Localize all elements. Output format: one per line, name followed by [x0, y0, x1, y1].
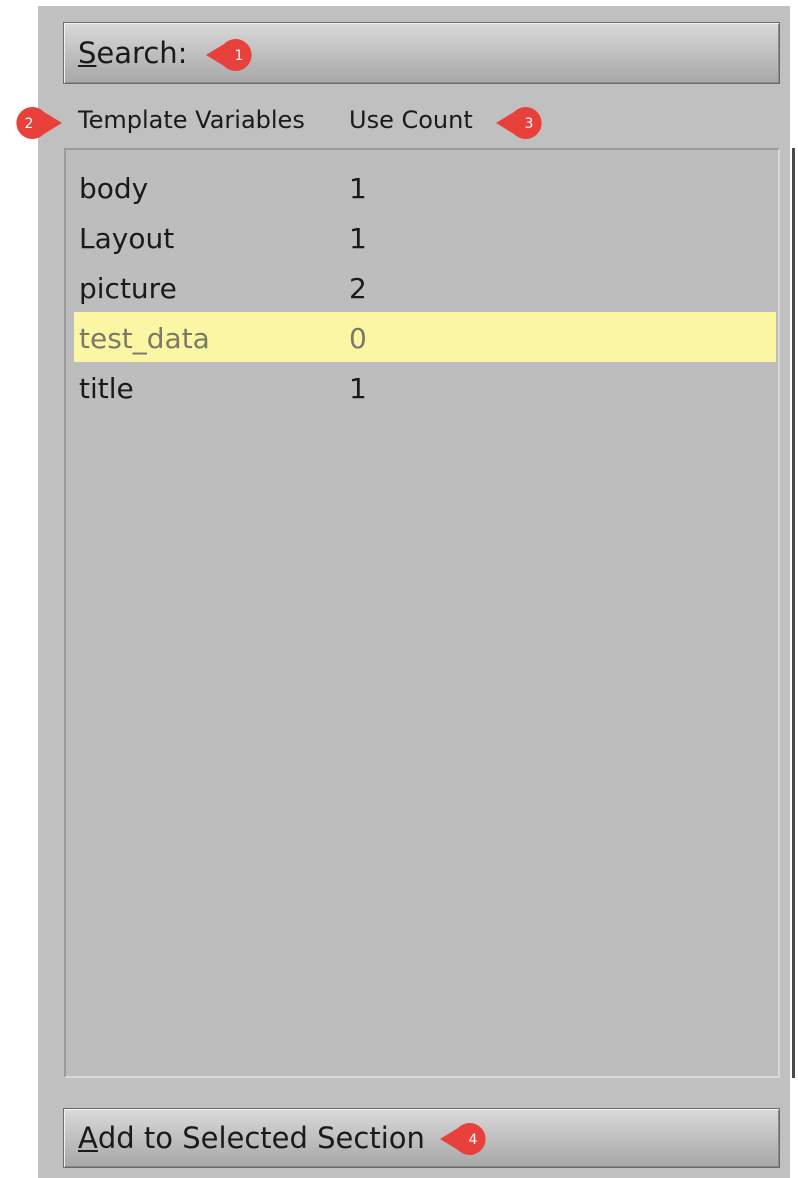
- callout-badge-1: 1: [206, 39, 252, 71]
- use-count: 1: [349, 172, 367, 205]
- use-count: 1: [349, 222, 367, 255]
- callout-badge-3: 3: [496, 107, 542, 139]
- callout-badge-2: 2: [16, 107, 62, 139]
- column-header-use-count[interactable]: Use Count: [349, 106, 473, 134]
- svg-text:2: 2: [25, 116, 34, 132]
- panel-right-edge: [792, 148, 795, 1078]
- column-header-template-variables[interactable]: Template Variables: [78, 106, 305, 134]
- variable-name: picture: [79, 272, 177, 305]
- variable-name: body: [79, 172, 149, 205]
- add-to-selected-section-button[interactable]: Add to Selected Section: [63, 1108, 780, 1168]
- list-item-selected[interactable]: test_data 0: [74, 312, 776, 362]
- add-mnemonic: A: [78, 1121, 98, 1155]
- variable-name: title: [79, 372, 134, 405]
- variables-list[interactable]: body 1 Layout 1 picture 2 test_data 0 ti…: [64, 148, 780, 1078]
- list-item[interactable]: title 1: [74, 362, 776, 412]
- variable-name: test_data: [79, 322, 210, 355]
- svg-text:3: 3: [525, 116, 534, 132]
- svg-text:1: 1: [235, 48, 244, 64]
- add-label: dd to Selected Section: [97, 1121, 425, 1155]
- callout-badge-4: 4: [440, 1123, 486, 1155]
- search-button[interactable]: Search:: [63, 22, 780, 84]
- use-count: 0: [349, 322, 367, 355]
- use-count: 2: [349, 272, 367, 305]
- list-item[interactable]: picture 2: [74, 262, 776, 312]
- variable-name: Layout: [79, 222, 175, 255]
- list-item[interactable]: Layout 1: [74, 212, 776, 262]
- use-count: 1: [349, 372, 367, 405]
- search-mnemonic: S: [78, 36, 97, 70]
- search-label: earch:: [96, 36, 188, 70]
- svg-text:4: 4: [469, 1132, 478, 1148]
- list-item[interactable]: body 1: [74, 162, 776, 212]
